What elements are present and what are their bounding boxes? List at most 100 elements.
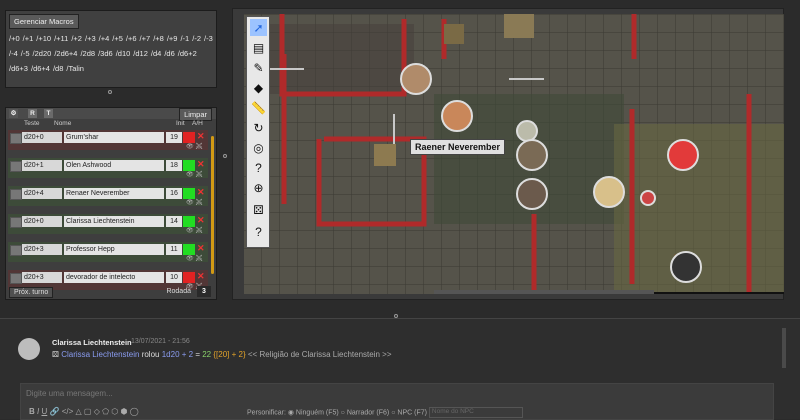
macro-item[interactable]: /+4 [99,31,110,46]
name-field[interactable]: Renaer Neverember [64,188,164,199]
initiative-row[interactable]: d20+1 Olen Ashwood 18 ✕ 👁 ⚔ [8,158,208,178]
select-checkbox[interactable] [10,245,22,256]
question-note-icon[interactable]: ? [250,159,267,176]
dice-field[interactable]: d20+0 [22,216,62,227]
token-dead-icon[interactable] [667,139,699,171]
token-hepp[interactable] [593,176,625,208]
macro-item[interactable]: /+3 [85,31,96,46]
d20-icon[interactable]: ⬢ [121,407,128,416]
reset-t-button[interactable]: T [44,109,53,118]
macro-item[interactable]: /2d8 [80,46,95,61]
macro-item[interactable]: /+5 [112,31,123,46]
macro-item[interactable]: /+2 [71,31,82,46]
init-field[interactable]: 18 [166,160,182,171]
dice-field[interactable]: d20+1 [22,160,62,171]
token-marker[interactable] [640,190,656,206]
token-intellect-devourer[interactable] [670,251,702,283]
npc-name-input[interactable]: Nome do NPC [428,407,523,418]
token-clarissa[interactable] [441,100,473,132]
select-checkbox[interactable] [10,189,22,200]
macro-item[interactable]: /+6 [126,31,137,46]
init-field[interactable]: 16 [166,188,182,199]
d8-icon[interactable]: ◇ [94,407,100,416]
layers-icon[interactable]: ▤ [250,39,267,56]
macro-item[interactable]: /-2 [192,31,201,46]
macro-item[interactable]: /+8 [153,31,164,46]
token-renaer[interactable] [516,139,548,171]
macro-item[interactable]: /d6+4 [31,61,50,76]
name-field[interactable]: Clarissa Liechtenstein [64,216,164,227]
radio-none[interactable]: ◉ Ninguém (F5) [288,409,339,416]
underline-icon[interactable]: U [41,407,47,416]
select-checkbox[interactable] [10,217,22,228]
status-toggle[interactable] [183,160,195,171]
cursor-icon[interactable]: ➚ [250,19,267,36]
panel-handle-icon[interactable] [223,154,227,158]
remove-icon[interactable]: ✕ [197,271,205,282]
init-field[interactable]: 14 [166,216,182,227]
bold-icon[interactable]: B [29,407,35,416]
select-checkbox[interactable] [10,273,22,284]
status-toggle[interactable] [183,132,195,143]
token-olen[interactable] [516,178,548,210]
macro-item[interactable]: /+9 [167,31,178,46]
dice-field[interactable]: d20+3 [22,272,62,283]
initiative-row[interactable]: d20+3 Professor Hepp 11 ✕ 👁 ⚔ [8,242,208,262]
battle-map[interactable] [244,14,784,294]
dice-field[interactable]: d20+0 [22,132,62,143]
dice-icon[interactable]: ⚄ [250,201,267,218]
chat-scrollbar[interactable] [782,328,786,368]
scrollbar[interactable] [211,136,214,274]
macro-item[interactable]: /+11 [54,31,68,46]
d10-icon[interactable]: ⬠ [102,407,109,416]
macro-item[interactable]: /d10 [116,46,131,61]
macro-item[interactable]: /2d6+4 [54,46,77,61]
italic-icon[interactable]: I [37,407,39,416]
help-icon[interactable]: ? [250,223,267,240]
macro-item[interactable]: /+1 [23,31,34,46]
zoom-icon[interactable]: ⊕ [250,179,267,196]
remove-icon[interactable]: ✕ [197,159,205,170]
d12-icon[interactable]: ⬡ [111,407,118,416]
visibility-icon[interactable]: 👁 ⚔ [186,199,203,206]
target-icon[interactable]: ◎ [250,139,267,156]
radio-narrator[interactable]: ○ Narrador (F6) [341,409,390,416]
remove-icon[interactable]: ✕ [197,215,205,226]
macro-item[interactable]: /-1 [180,31,189,46]
macro-item[interactable]: /+7 [140,31,151,46]
macro-item[interactable]: /d12 [133,46,148,61]
status-toggle[interactable] [183,244,195,255]
macro-item[interactable]: /Talin [66,61,84,76]
init-field[interactable]: 10 [166,272,182,283]
radio-npc[interactable]: ○ NPC (F7) [391,409,427,416]
remove-icon[interactable]: ✕ [197,243,205,254]
init-field[interactable]: 19 [166,132,182,143]
macro-item[interactable]: /+10 [36,31,51,46]
select-checkbox[interactable] [10,133,22,144]
remove-icon[interactable]: ✕ [197,187,205,198]
next-turn-button[interactable]: Próx. turno [9,287,54,298]
name-field[interactable]: Grum'shar [64,132,164,143]
reset-r-button[interactable]: R [28,109,37,118]
macro-item[interactable]: /-4 [9,46,18,61]
message-input[interactable]: Digite uma mensagem... B I U 🔗 </> △ ▢ ◇… [20,383,774,420]
settings-icon[interactable]: ⚙ [9,109,18,118]
fog-icon[interactable]: ◆ [250,79,267,96]
ruler-icon[interactable]: 📏 [250,99,267,116]
remove-icon[interactable]: ✕ [197,131,205,142]
initiative-row[interactable]: d20+0 Grum'shar 19 ✕ 👁 ⚔ [8,130,208,150]
status-toggle[interactable] [183,216,195,227]
macro-item[interactable]: /-3 [204,31,213,46]
macro-item[interactable]: /d6+2 [178,46,197,61]
select-checkbox[interactable] [10,161,22,172]
code-icon[interactable]: </> [62,407,74,416]
macro-item[interactable]: /d6+3 [9,61,28,76]
init-field[interactable]: 11 [166,244,182,255]
history-icon[interactable]: ↻ [250,119,267,136]
macro-item[interactable]: /d6 [164,46,174,61]
dice-field[interactable]: d20+4 [22,188,62,199]
macro-item[interactable]: /+0 [9,31,20,46]
d100-icon[interactable]: ◯ [130,407,139,416]
macro-item[interactable]: /-5 [21,46,30,61]
link-icon[interactable]: 🔗 [50,407,60,416]
